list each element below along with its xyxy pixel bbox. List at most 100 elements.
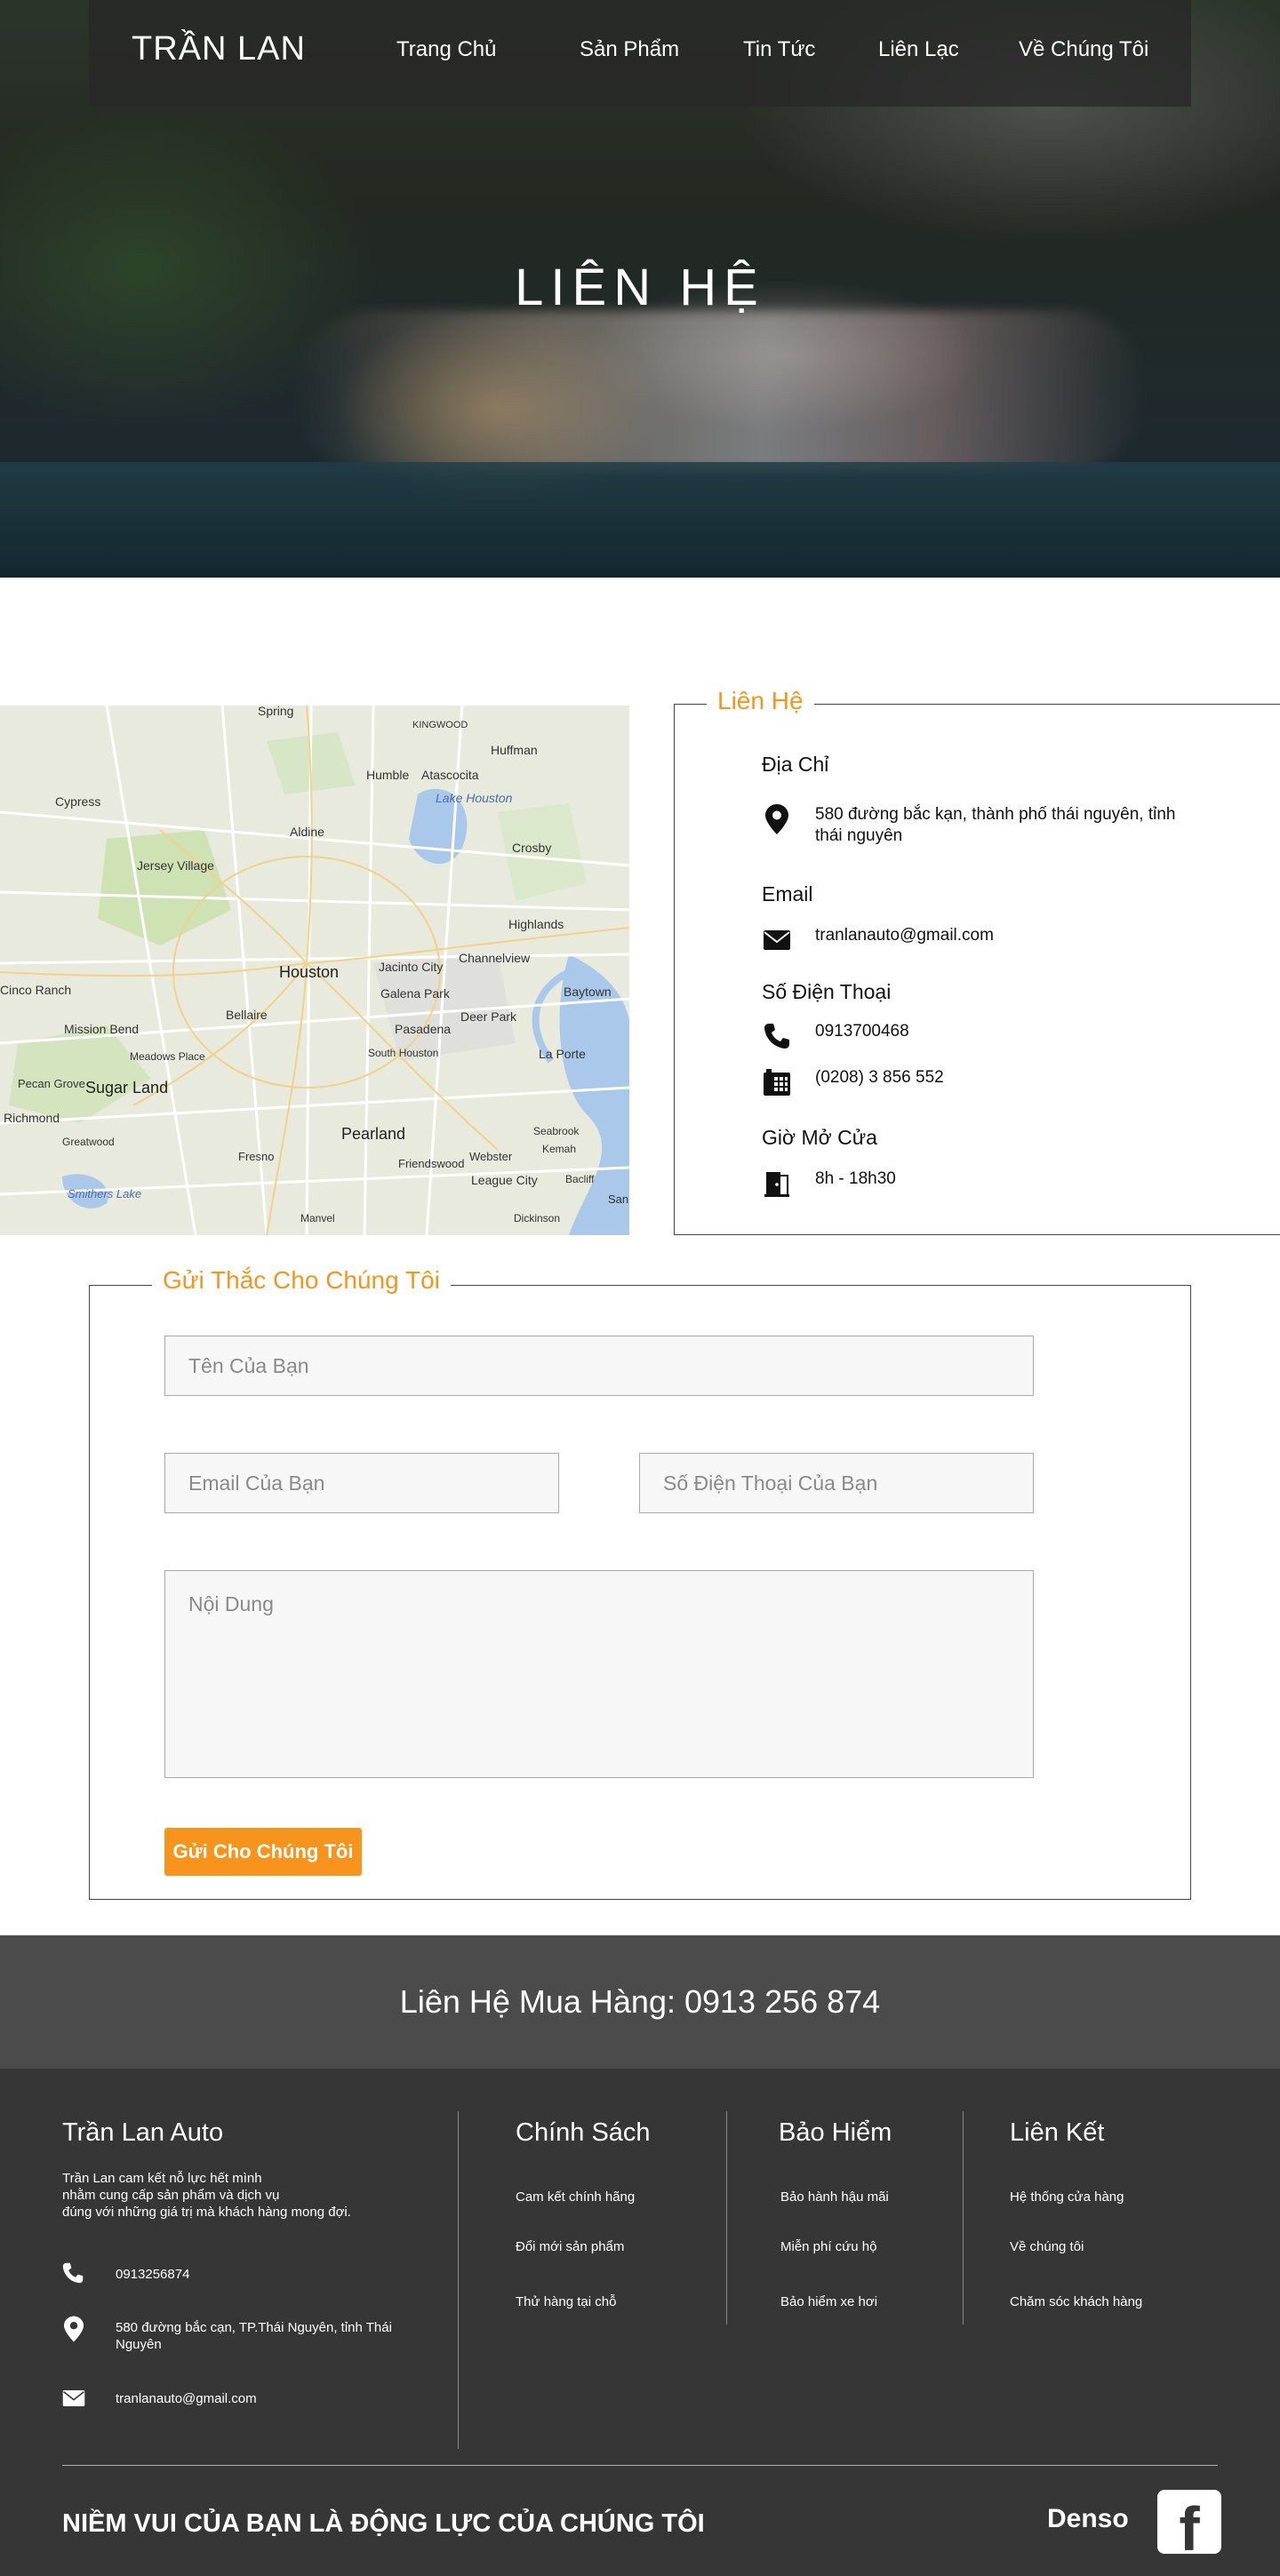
map-label: La Porte (539, 1047, 586, 1061)
map-label: Crosby (512, 841, 552, 855)
map-label: Smithers Lake (68, 1187, 142, 1200)
map-label: Jersey Village (137, 858, 214, 873)
map-label: Humble (366, 768, 410, 782)
address-title: Địa Chỉ (762, 753, 829, 776)
map-label: Highlands (508, 917, 564, 931)
email-text[interactable]: tranlanauto@gmail.com (815, 925, 994, 946)
map-label: Greatwood (62, 1136, 115, 1148)
footer-policy-link[interactable]: Cam kết chính hãng (516, 2189, 635, 2205)
nav-contact[interactable]: Liên Lạc (878, 37, 959, 62)
purchase-hotline-band: Liên Hệ Mua Hàng: 0913 256 874 (0, 1935, 1280, 2069)
footer-link[interactable]: Chăm sóc khách hàng (1010, 2294, 1142, 2309)
contact-legend: Liên Hệ (707, 687, 814, 715)
footer-warranty-link[interactable]: Miễn phí cứu hộ (780, 2239, 876, 2254)
map-label: Atascocita (421, 768, 479, 782)
map-label: League City (471, 1173, 538, 1187)
footer-divider (726, 2111, 727, 2325)
footer-phone[interactable]: 0913256874 (116, 2266, 189, 2283)
footer-divider (458, 2111, 459, 2449)
map-label: Pasadena (395, 1022, 452, 1036)
footer-policy-title: Chính Sách (516, 2118, 651, 2147)
footer-link[interactable]: Hệ thống cửa hàng (1010, 2189, 1124, 2205)
map-label: San (608, 1192, 629, 1206)
map-label: Pecan Grove (18, 1077, 85, 1090)
footer-policy-link[interactable]: Đổi mới sản phẩm (516, 2239, 624, 2254)
submit-button[interactable]: Gửi Cho Chúng Tôi (164, 1828, 362, 1876)
map-label: Sugar Land (85, 1079, 169, 1097)
content-textarea[interactable] (164, 1570, 1034, 1778)
footer-divider (963, 2111, 964, 2325)
phone-input[interactable] (639, 1453, 1034, 1513)
map-label: Cinco Ranch (0, 983, 72, 997)
map-label: Webster (469, 1150, 513, 1163)
footer-policy-link[interactable]: Thử hàng tại chỗ (516, 2294, 616, 2309)
nav-about[interactable]: Về Chúng Tôi (1019, 37, 1148, 62)
map-label: Baytown (564, 985, 612, 999)
map-label: KINGWOOD (412, 720, 468, 730)
map-label: Huffman (491, 743, 538, 757)
footer-warranty-link[interactable]: Bảo hiểm xe hơi (780, 2294, 877, 2309)
map-label: Kemah (542, 1143, 577, 1155)
map-label: Richmond (4, 1111, 60, 1125)
footer-warranty-link[interactable]: Bảo hành hậu mãi (780, 2189, 889, 2205)
map-label: Jacinto City (379, 960, 444, 974)
landline-text[interactable]: (0208) 3 856 552 (815, 1067, 944, 1089)
facebook-glyph: f (1179, 2494, 1200, 2554)
map-label: South Houston (368, 1047, 439, 1059)
map-pin-icon (762, 804, 792, 834)
footer-envelope-icon (62, 2390, 85, 2411)
footer-about-line: nhằm cung cấp sản phẩm và dịch vụ (62, 2188, 280, 2203)
map-label: Dickinson (514, 1212, 561, 1224)
nav-news[interactable]: Tin Tức (743, 37, 815, 62)
map-label: Manvel (300, 1212, 335, 1224)
footer-email[interactable]: tranlanauto@gmail.com (116, 2390, 257, 2407)
contact-form: Gửi Thắc Cho Chúng Tôi Gửi Cho Chúng Tôi (89, 1266, 1191, 1900)
address-text: 580 đường bắc kạn, thành phố thái nguyên… (815, 805, 1176, 845)
footer-about-line: đúng với những giá trị mà khách hàng mon… (62, 2205, 351, 2220)
form-legend: Gửi Thắc Cho Chúng Tôi (152, 1266, 451, 1295)
door-icon (762, 1168, 792, 1199)
email-title: Email (762, 882, 813, 905)
footer-phone-icon (62, 2262, 84, 2288)
footer-about-title: Trần Lan Auto (62, 2118, 224, 2147)
map-label: Lake Houston (436, 791, 513, 805)
email-row[interactable]: tranlanauto@gmail.com (762, 925, 994, 955)
nav-home[interactable]: Trang Chủ (396, 37, 497, 62)
brand-logo[interactable]: TRẦN LAN (132, 30, 306, 68)
footer-about-line: Trần Lan cam kết nỗ lực hết mình (62, 2171, 262, 2186)
phone-text[interactable]: 0913700468 (815, 1021, 909, 1042)
footer-links-title: Liên Kết (1010, 2118, 1105, 2147)
footer-address: 580 đường bắc cạn, TP.Thái Nguyên, tỉnh … (116, 2320, 392, 2352)
footer-separator (62, 2465, 1218, 2466)
name-input[interactable] (164, 1336, 1034, 1396)
site-footer: Trần Lan Auto Trần Lan cam kết nỗ lực hế… (0, 2069, 1280, 2576)
location-map[interactable]: Spring KINGWOOD Huffman Humble Atascocit… (0, 706, 629, 1235)
hours-text: 8h - 18h30 (815, 1169, 896, 1188)
landline-row[interactable]: (0208) 3 856 552 (762, 1067, 944, 1097)
phone-title: Số Điện Thoại (762, 980, 892, 1003)
map-label: Houston (279, 963, 340, 981)
footer-motto: NIỀM VUI CỦA BẠN LÀ ĐỘNG LỰC CỦA CHÚNG T… (62, 2509, 705, 2538)
map-label: Spring (258, 706, 294, 718)
map-label: Galena Park (380, 986, 450, 1001)
map-label: Meadows Place (130, 1050, 205, 1063)
address-row: 580 đường bắc kạn, thành phố thái nguyên… (762, 804, 1188, 847)
map-label: Bacliff (565, 1173, 595, 1185)
hero-banner: LIÊN HỆ TRẦN LAN Trang Chủ Sản Phẩm Tin … (0, 0, 1280, 578)
map-label: Aldine (290, 825, 324, 839)
nav-products[interactable]: Sản Phẩm (580, 37, 679, 62)
footer-map-pin-icon (64, 2316, 84, 2347)
footer-warranty-title: Bảo Hiểm (779, 2118, 892, 2147)
email-input[interactable] (164, 1453, 559, 1513)
fax-icon (762, 1067, 792, 1097)
phone-row[interactable]: 0913700468 (762, 1021, 909, 1051)
map-label: Seabrook (533, 1125, 580, 1137)
map-label: Cypress (55, 794, 101, 809)
envelope-icon (762, 925, 792, 955)
map-label: Channelview (459, 951, 531, 965)
top-navbar: TRẦN LAN Trang Chủ Sản Phẩm Tin Tức Liên… (89, 0, 1191, 107)
partner-logo[interactable]: Denso (1047, 2504, 1129, 2534)
facebook-icon[interactable]: f (1157, 2490, 1221, 2554)
map-label: Deer Park (460, 1009, 517, 1024)
footer-link[interactable]: Về chúng tôi (1010, 2239, 1084, 2254)
